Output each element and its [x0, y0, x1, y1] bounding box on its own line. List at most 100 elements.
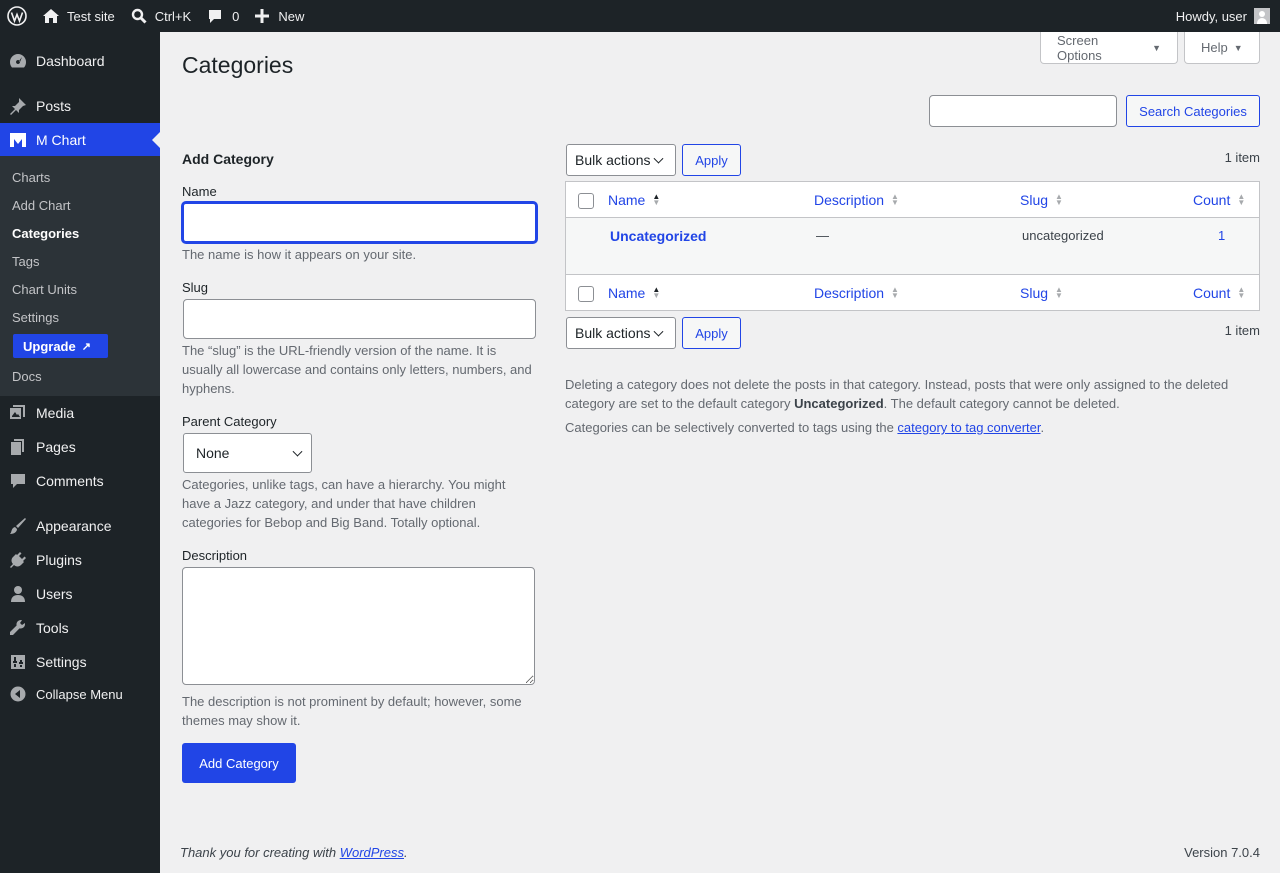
sidebar-item-settings[interactable]: Settings — [0, 645, 160, 679]
parent-category-select[interactable]: None — [183, 433, 312, 473]
submenu-item-docs[interactable]: Docs — [12, 369, 42, 384]
column-header-description[interactable]: Description ▲ ▼ — [814, 285, 899, 301]
description-field[interactable] — [182, 567, 535, 685]
site-name-link[interactable]: Test site — [34, 0, 123, 32]
sidebar-item-appearance[interactable]: Appearance — [0, 509, 160, 543]
apply-button-top[interactable]: Apply — [682, 144, 741, 176]
converter-note: Categories can be selectively converted … — [565, 418, 1260, 437]
submenu-item-tags[interactable]: Tags — [12, 254, 39, 269]
sidebar-item-tools[interactable]: Tools — [0, 611, 160, 645]
category-name-link[interactable]: Uncategorized — [610, 228, 706, 244]
note-text: Categories can be selectively converted … — [565, 420, 898, 435]
column-header-label: Slug — [1020, 192, 1049, 208]
sort-icon: ▲ ▼ — [652, 285, 661, 300]
name-label: Name — [182, 184, 217, 199]
collapse-menu-button[interactable]: Collapse Menu — [0, 677, 160, 711]
sidebar-item-label: Dashboard — [36, 53, 105, 69]
column-header-label: Name — [608, 285, 646, 301]
sidebar-item-dashboard[interactable]: Dashboard — [0, 44, 160, 78]
column-header-label: Name — [608, 192, 646, 208]
select-all-checkbox[interactable] — [578, 286, 594, 302]
delete-category-note: Deleting a category does not delete the … — [565, 375, 1260, 413]
plus-icon — [255, 9, 270, 23]
column-header-slug[interactable]: Slug ▲ ▼ — [1020, 285, 1063, 301]
sidebar-item-label: Plugins — [36, 552, 82, 568]
column-header-label: Count — [1193, 285, 1231, 301]
bulk-actions-value: Bulk actions — [575, 152, 651, 168]
admin-sidebar: Dashboard Posts M Chart Charts Add Chart… — [0, 32, 160, 873]
wordpress-link[interactable]: WordPress — [340, 845, 404, 860]
new-label: New — [278, 8, 305, 24]
footer-text: . — [404, 845, 408, 860]
add-category-heading: Add Category — [182, 151, 274, 167]
select-all-checkbox[interactable] — [578, 193, 594, 209]
greeting: Howdy, user — [1175, 8, 1247, 24]
sidebar-item-label: Collapse Menu — [36, 686, 123, 702]
user-icon — [0, 585, 36, 603]
submenu-item-chart-units[interactable]: Chart Units — [12, 282, 77, 297]
sidebar-item-media[interactable]: Media — [0, 396, 160, 430]
avatar — [1254, 8, 1270, 24]
column-header-label: Description — [814, 285, 885, 301]
bulk-actions-select-top[interactable]: Bulk actions — [566, 144, 676, 176]
comments-link[interactable]: 0 — [199, 0, 247, 32]
add-category-button[interactable]: Add Category — [182, 743, 296, 783]
sidebar-item-users[interactable]: Users — [0, 577, 160, 611]
sidebar-item-pages[interactable]: Pages — [0, 430, 160, 464]
name-field[interactable] — [182, 202, 537, 243]
column-header-count[interactable]: Count ▲ ▼ — [1193, 285, 1245, 301]
apply-button-bottom[interactable]: Apply — [682, 317, 741, 349]
command-palette-button[interactable]: Ctrl+K — [123, 0, 199, 32]
my-account-link[interactable]: Howdy, user — [1168, 0, 1280, 32]
sidebar-item-comments[interactable]: Comments — [0, 464, 160, 498]
category-to-tag-converter-link[interactable]: category to tag converter — [897, 420, 1040, 435]
sidebar-item-label: Comments — [36, 473, 104, 489]
submenu-item-charts[interactable]: Charts — [12, 170, 50, 185]
submenu-item-settings[interactable]: Settings — [12, 310, 59, 325]
sidebar-item-posts[interactable]: Posts — [0, 89, 160, 123]
parent-category-value: None — [196, 445, 230, 461]
media-icon — [0, 404, 36, 422]
column-header-name[interactable]: Name ▲ ▼ — [608, 192, 660, 208]
column-header-name[interactable]: Name ▲ ▼ — [608, 285, 660, 301]
sidebar-item-label: Appearance — [36, 518, 112, 534]
sidebar-item-m-chart[interactable]: M Chart — [0, 123, 160, 157]
admin-bar: Test site Ctrl+K 0 New Howdy, user — [0, 0, 1280, 32]
submenu-item-categories[interactable]: Categories — [12, 226, 79, 241]
upgrade-button[interactable]: Upgrade ↗ — [13, 334, 108, 358]
column-header-count[interactable]: Count ▲ ▼ — [1193, 192, 1245, 208]
help-button[interactable]: Help ▼ — [1184, 32, 1260, 64]
category-slug: uncategorized — [1022, 228, 1104, 243]
wordpress-logo-icon[interactable] — [0, 0, 34, 32]
search-categories-button[interactable]: Search Categories — [1126, 95, 1260, 127]
m-chart-icon — [0, 132, 36, 148]
m-chart-submenu: Charts Add Chart Categories Tags Chart U… — [0, 156, 160, 396]
sidebar-item-label: Media — [36, 405, 75, 421]
sidebar-item-plugins[interactable]: Plugins — [0, 543, 160, 577]
submenu-item-add-chart[interactable]: Add Chart — [12, 198, 71, 213]
pages-icon — [0, 438, 36, 456]
search-icon — [131, 8, 147, 24]
item-count-top: 1 item — [1224, 150, 1260, 165]
category-count-link[interactable]: 1 — [1218, 228, 1225, 243]
chevron-down-icon — [653, 153, 664, 164]
new-content-link[interactable]: New — [247, 0, 312, 32]
description-label: Description — [182, 548, 248, 563]
description-help: The description is not prominent by defa… — [182, 694, 522, 728]
table-footer: Name ▲ ▼ Description ▲ ▼ Slug ▲ ▼ Count ▲ ▼ — [566, 274, 1259, 310]
column-header-description[interactable]: Description ▲ ▼ — [814, 192, 899, 208]
column-header-slug[interactable]: Slug ▲ ▼ — [1020, 192, 1063, 208]
search-input[interactable] — [929, 95, 1117, 127]
screen-options-button[interactable]: Screen Options ▼ — [1040, 32, 1178, 64]
dashboard-icon — [0, 52, 36, 70]
screen-options-label: Screen Options — [1057, 32, 1102, 63]
bulk-actions-value: Bulk actions — [575, 325, 651, 341]
sidebar-item-label: Settings — [36, 654, 87, 670]
sort-icon: ▲ ▼ — [1237, 192, 1246, 207]
slug-field[interactable] — [183, 299, 536, 339]
column-header-label: Description — [814, 192, 885, 208]
comments-count: 0 — [232, 8, 240, 24]
bulk-actions-select-bottom[interactable]: Bulk actions — [566, 317, 676, 349]
footer-text: Thank you for creating with — [180, 845, 340, 860]
slug-help: The “slug” is the URL-friendly version o… — [182, 343, 532, 396]
